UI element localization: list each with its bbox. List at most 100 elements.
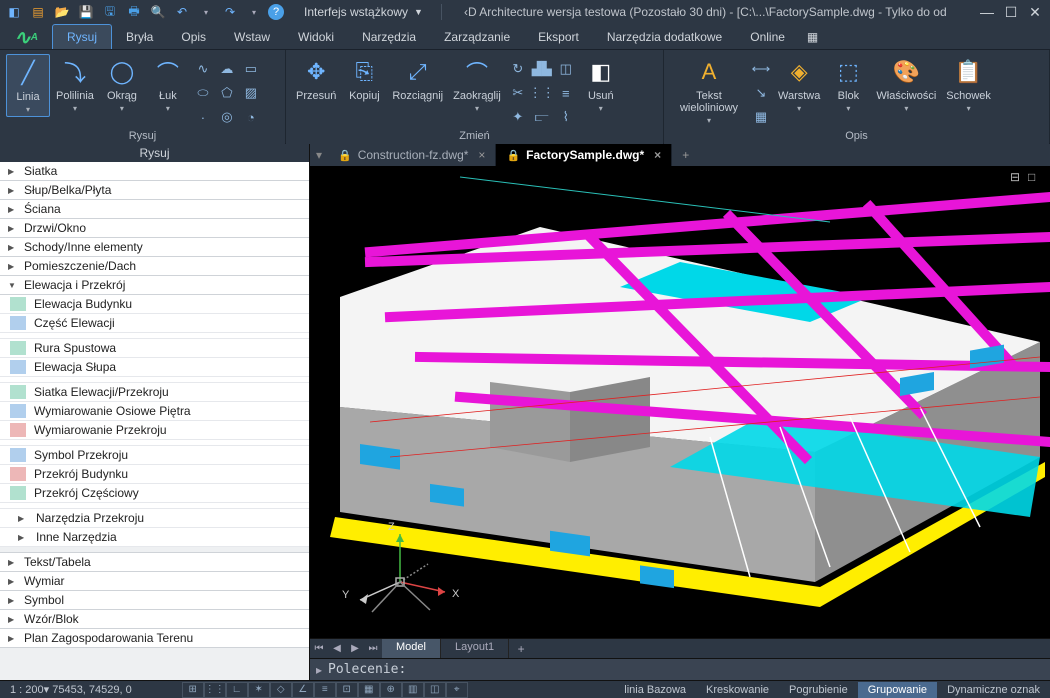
- polilinia-button[interactable]: ⤵Polilinia▾: [52, 54, 98, 115]
- palette-item[interactable]: Przekrój Częściowy: [0, 484, 309, 503]
- leader-icon[interactable]: ↘: [750, 82, 772, 104]
- zaokraglij-button[interactable]: ⌒Zaokrąglij▾: [449, 54, 505, 115]
- new-icon[interactable]: ▤: [28, 2, 48, 22]
- offset-icon[interactable]: ≡: [555, 82, 577, 104]
- minimize-button[interactable]: —: [976, 2, 998, 22]
- undo-icon[interactable]: ↶: [172, 2, 192, 22]
- preview-icon[interactable]: 🔍: [148, 2, 168, 22]
- mode-linia-bazowa[interactable]: linia Bazowa: [614, 682, 696, 698]
- palette-category[interactable]: ▶Wzór/Blok: [0, 610, 309, 629]
- ortho-toggle[interactable]: ∟: [226, 682, 248, 698]
- misc4-toggle[interactable]: ⌖: [446, 682, 468, 698]
- polar-toggle[interactable]: ✶: [248, 682, 270, 698]
- model-viewport[interactable]: X Y Z ⊟ □: [310, 166, 1050, 638]
- next-icon[interactable]: ▶: [346, 639, 364, 658]
- donut-icon[interactable]: ◎: [216, 106, 238, 128]
- break-icon[interactable]: ⌇: [555, 106, 577, 128]
- hatch-icon[interactable]: ▨: [240, 82, 262, 104]
- palette-category[interactable]: ▶Siatka: [0, 162, 309, 181]
- palette-category[interactable]: ▶Schody/Inne elementy: [0, 238, 309, 257]
- palette-item[interactable]: Siatka Elewacji/Przekroju: [0, 383, 309, 402]
- tab-widoki[interactable]: Widoki: [284, 24, 348, 49]
- help-icon[interactable]: ?: [268, 4, 284, 20]
- polygon-icon[interactable]: ⬠: [216, 82, 238, 104]
- close-button[interactable]: ✕: [1024, 2, 1046, 22]
- dim-icon[interactable]: ⟷: [750, 58, 772, 80]
- palette-category[interactable]: ▶Plan Zagospodarowania Terenu: [0, 629, 309, 648]
- cmd-history-icon[interactable]: ▸: [316, 663, 322, 677]
- scale-icon[interactable]: ◫: [555, 58, 577, 80]
- align-icon[interactable]: ⫍: [531, 106, 553, 128]
- open-icon[interactable]: 📂: [52, 2, 72, 22]
- tekst-button[interactable]: ATekst wieloliniowy▾: [670, 54, 748, 127]
- redo-drop-icon[interactable]: ▾: [244, 2, 264, 22]
- tab-eksport[interactable]: Eksport: [524, 24, 593, 49]
- tab-extra-icon[interactable]: ▦: [799, 24, 826, 49]
- luk-button[interactable]: ⌒Łuk▾: [146, 54, 190, 115]
- schowek-button[interactable]: 📋Schowek▾: [942, 54, 995, 115]
- add-layout-button[interactable]: +: [509, 639, 533, 658]
- mode-kreskowanie[interactable]: Kreskowanie: [696, 682, 779, 698]
- kopiuj-button[interactable]: ⎘Kopiuj: [342, 54, 386, 104]
- rect-icon[interactable]: ▭: [240, 58, 262, 80]
- misc3-toggle[interactable]: ◫: [424, 682, 446, 698]
- palette-item[interactable]: Wymiarowanie Przekroju: [0, 421, 309, 440]
- sel-toggle[interactable]: ▦: [358, 682, 380, 698]
- plot-icon[interactable]: 🖶: [124, 2, 144, 22]
- command-input[interactable]: [412, 662, 1044, 677]
- misc2-toggle[interactable]: ▥: [402, 682, 424, 698]
- usun-button[interactable]: ◧Usuń▾: [579, 54, 623, 115]
- tab-rysuj[interactable]: Rysuj: [52, 24, 112, 49]
- tab-narzedzia-dodatkowe[interactable]: Narzędzia dodatkowe: [593, 24, 736, 49]
- array-icon[interactable]: ⋮⋮: [531, 82, 553, 104]
- wlasciwosci-button[interactable]: 🎨Właściwości▾: [872, 54, 940, 115]
- przesun-button[interactable]: ✥Przesuń: [292, 54, 340, 104]
- last-icon[interactable]: ⏭: [364, 639, 382, 658]
- prev-icon[interactable]: ◀: [328, 639, 346, 658]
- palette-category[interactable]: ▶Ściana: [0, 200, 309, 219]
- coordinates-readout[interactable]: 1 : 200▾ 75453, 74529, 0: [0, 683, 142, 696]
- point-icon[interactable]: ·: [192, 106, 214, 128]
- palette-category[interactable]: ▶Słup/Belka/Płyta: [0, 181, 309, 200]
- palette-category[interactable]: ▶Drzwi/Okno: [0, 219, 309, 238]
- palette-category[interactable]: ▶Symbol: [0, 591, 309, 610]
- warstwa-button[interactable]: ◈Warstwa▾: [774, 54, 824, 115]
- palette-item[interactable]: Przekrój Budynku: [0, 465, 309, 484]
- saveall-icon[interactable]: 🖫: [100, 2, 120, 22]
- explode-icon[interactable]: ✦: [507, 106, 529, 128]
- vp-minimize-icon[interactable]: ⊟: [1010, 170, 1020, 184]
- grid-toggle[interactable]: ⋮⋮: [204, 682, 226, 698]
- model-tab[interactable]: Model: [382, 639, 441, 658]
- close-tab-icon[interactable]: ×: [478, 148, 485, 162]
- spline-icon[interactable]: ∿: [192, 58, 214, 80]
- new-doc-tab[interactable]: +: [672, 144, 699, 166]
- tab-opis[interactable]: Opis: [167, 24, 220, 49]
- otrack-toggle[interactable]: ∠: [292, 682, 314, 698]
- doc-tab-1[interactable]: 🔒Construction-fz.dwg*×: [328, 144, 496, 166]
- palette-item[interactable]: Elewacja Budynku: [0, 295, 309, 314]
- misc1-toggle[interactable]: ⊕: [380, 682, 402, 698]
- rotate-icon[interactable]: ↻: [507, 58, 529, 80]
- tab-zarzadzanie[interactable]: Zarządzanie: [430, 24, 524, 49]
- okrag-button[interactable]: ◯Okrąg▾: [100, 54, 144, 115]
- mode-dynamiczne[interactable]: Dynamiczne oznak: [937, 682, 1050, 698]
- maximize-button[interactable]: ☐: [1000, 2, 1022, 22]
- mode-pogrubienie[interactable]: Pogrubienie: [779, 682, 858, 698]
- mode-grupowanie[interactable]: Grupowanie: [858, 682, 937, 698]
- undo-drop-icon[interactable]: ▾: [196, 2, 216, 22]
- tab-narzedzia[interactable]: Narzędzia: [348, 24, 430, 49]
- palette-category[interactable]: ▼Elewacja i Przekrój: [0, 276, 309, 295]
- save-icon[interactable]: 💾: [76, 2, 96, 22]
- vp-maximize-icon[interactable]: □: [1028, 170, 1035, 184]
- palette-item[interactable]: ▶Narzędzia Przekroju: [0, 509, 309, 528]
- tabs-dropdown[interactable]: ▾: [316, 144, 328, 166]
- palette-category[interactable]: ▶Wymiar: [0, 572, 309, 591]
- snap-toggle[interactable]: ⊞: [182, 682, 204, 698]
- palette-item[interactable]: Symbol Przekroju: [0, 446, 309, 465]
- redo-icon[interactable]: ↷: [220, 2, 240, 22]
- close-tab-icon[interactable]: ×: [654, 148, 661, 162]
- rozciagnij-button[interactable]: ⤢Rozciągnij: [388, 54, 447, 104]
- mirror-icon[interactable]: ▟▙: [531, 58, 553, 80]
- doc-tab-2[interactable]: 🔒FactorySample.dwg*×: [496, 144, 672, 166]
- revcloud-icon[interactable]: ☁: [216, 58, 238, 80]
